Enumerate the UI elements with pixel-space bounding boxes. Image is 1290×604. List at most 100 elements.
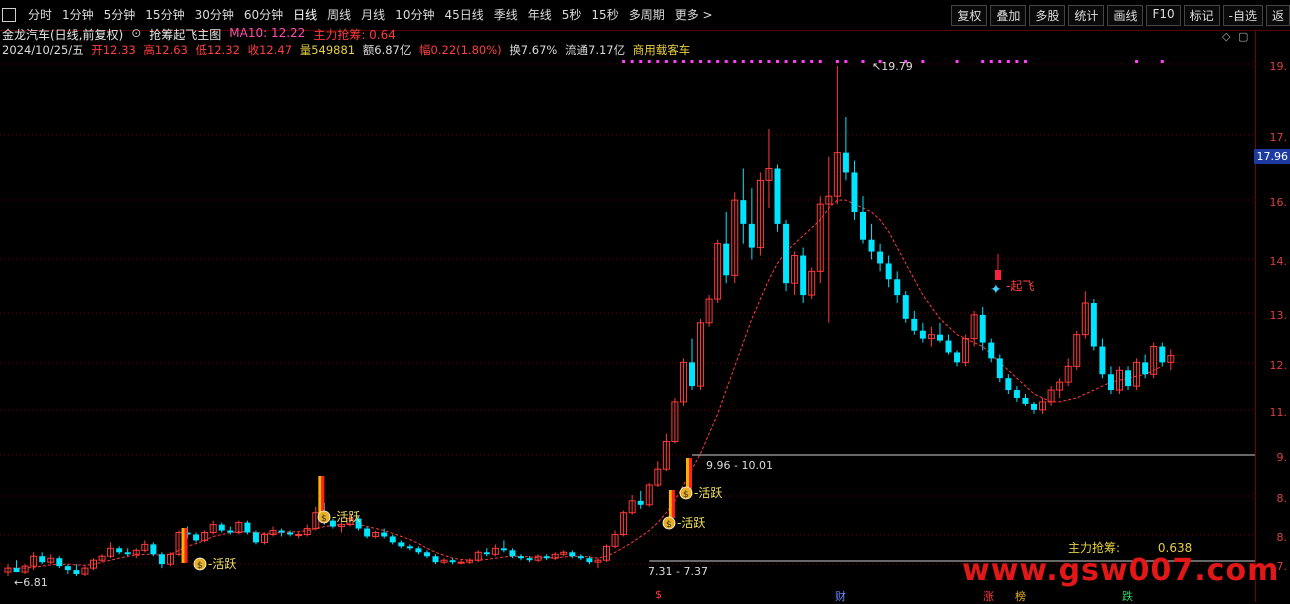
period-tab[interactable]: 年线 (528, 6, 552, 23)
candle-body (279, 531, 285, 533)
period-tab[interactable]: 更多 > (675, 6, 713, 23)
period-tab[interactable]: 分时 (28, 6, 52, 23)
signal-dot (759, 60, 762, 63)
axis-tick: 8. (1277, 492, 1288, 505)
candle-body (244, 523, 250, 533)
candle-body (894, 279, 900, 295)
signal-dot (708, 60, 711, 63)
signal-dot (750, 60, 753, 63)
period-tab[interactable]: 季线 (494, 6, 518, 23)
signal-dot (1007, 60, 1010, 63)
candle-body (458, 562, 464, 563)
signal-dot (810, 60, 813, 63)
period-tab[interactable]: 多周期 (629, 6, 665, 23)
period-tab[interactable]: 60分钟 (244, 6, 283, 23)
signal-dot (767, 60, 770, 63)
candle-body (869, 240, 875, 252)
window-icon[interactable] (2, 8, 16, 22)
period-tab[interactable]: 10分钟 (395, 6, 434, 23)
candle-body (1022, 398, 1028, 404)
chart-corner-icons: ◇ ▢ (1222, 30, 1248, 43)
candle-body (1108, 374, 1114, 390)
candle-body (433, 556, 439, 562)
axis-tick: 16. (1270, 196, 1288, 209)
candlestick-chart[interactable]: ↖19.79←6.819.96 - 10.017.31 - 7.37$-活跃$-… (0, 58, 1255, 602)
candle-body (920, 331, 926, 339)
candle-body (39, 556, 45, 562)
toolbar-button[interactable]: F10 (1146, 5, 1180, 26)
expand-icon[interactable]: ▢ (1238, 30, 1248, 43)
toolbar-button[interactable]: -自选 (1223, 5, 1263, 26)
period-tab[interactable]: 45日线 (444, 6, 483, 23)
event-marker[interactable]: $ (655, 588, 662, 601)
period-tab[interactable]: 15秒 (591, 6, 618, 23)
candle-body (56, 558, 62, 566)
quote-change: 幅0.22(1.80%) (419, 43, 502, 57)
quote-date: 2024/10/25/五 (2, 43, 84, 57)
axis-tick: 12. (1270, 359, 1288, 372)
quote-high: 高12.63 (143, 43, 187, 57)
toolbar-button[interactable]: 返 (1266, 5, 1290, 26)
candle-body (193, 534, 199, 540)
period-tab[interactable]: 5秒 (562, 6, 582, 23)
period-tab[interactable]: 1分钟 (62, 6, 94, 23)
indicator-name[interactable]: 抢筹起飞主图 (149, 26, 221, 43)
candle-body (578, 556, 584, 558)
candle-body (783, 224, 789, 283)
period-tab[interactable]: 5分钟 (104, 6, 136, 23)
high-label: ↖19.79 (872, 60, 913, 73)
period-tab[interactable]: 周线 (327, 6, 351, 23)
quote-close: 收12.47 (248, 43, 292, 57)
candle-body (65, 566, 71, 570)
toolbar-button[interactable]: 标记 (1184, 5, 1220, 26)
candle-body (1091, 303, 1097, 347)
signal-dot (1015, 60, 1018, 63)
signal-dot (665, 60, 668, 63)
period-tab[interactable]: 30分钟 (195, 6, 234, 23)
signal-bar-yellow (182, 528, 185, 563)
candle-body (1159, 347, 1165, 363)
signal-dot (691, 60, 694, 63)
signal-dot (656, 60, 659, 63)
range-label-upper: 9.96 - 10.01 (706, 459, 773, 472)
signal-dot (639, 60, 642, 63)
candle-body (843, 153, 849, 173)
axis-tick: 8. (1277, 531, 1288, 544)
money-bag-symbol: $ (683, 490, 689, 500)
ma-label: MA10: 12.22 (229, 26, 305, 43)
candle-body (73, 570, 79, 574)
diamond-icon[interactable]: ◇ (1222, 30, 1230, 43)
axis-tick: 11. (1270, 406, 1288, 419)
signal-dot (990, 60, 993, 63)
toolbar-button[interactable]: 多股 (1029, 5, 1065, 26)
candle-body (415, 548, 421, 552)
ma10-line (8, 200, 1162, 568)
quote-industry[interactable]: 商用载客车 (633, 43, 691, 57)
candle-body (219, 525, 225, 531)
signal-dot (673, 60, 676, 63)
money-bag-symbol: $ (666, 520, 672, 530)
candle-body (586, 558, 592, 562)
signal-dot (785, 60, 788, 63)
candle-body (1031, 404, 1037, 410)
signal-dot (716, 60, 719, 63)
period-tab[interactable]: 日线 (293, 6, 317, 23)
candle-body (569, 552, 575, 556)
toolbar-button[interactable]: 统计 (1068, 5, 1104, 26)
low-label: ←6.81 (14, 576, 48, 589)
candle-body (851, 172, 857, 212)
axis-tick: 17. (1270, 131, 1288, 144)
toolbar-button[interactable]: 画线 (1107, 5, 1143, 26)
candle-body (997, 358, 1003, 378)
toolbar-button[interactable]: 叠加 (990, 5, 1026, 26)
toolbar-button[interactable]: 复权 (951, 5, 987, 26)
candle-body (1125, 370, 1131, 386)
period-list: 分时 1分钟 5分钟 15分钟 30分钟 60分钟日线周线月线 10分钟 45日线季线年线 5秒… (28, 6, 723, 23)
candle-body (398, 542, 404, 546)
period-tab[interactable]: 月线 (361, 6, 385, 23)
indicator-dropdown-icon[interactable]: ⊙ (131, 26, 141, 43)
axis-tick: 14. (1270, 255, 1288, 268)
signal-bar-yellow (669, 490, 672, 518)
candle-body (1099, 347, 1105, 375)
period-tab[interactable]: 15分钟 (145, 6, 184, 23)
